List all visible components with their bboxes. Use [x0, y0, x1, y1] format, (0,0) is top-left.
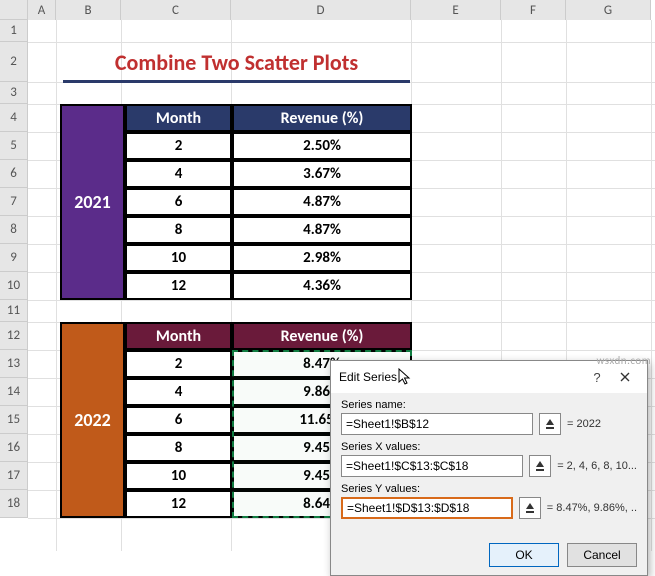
collapse-dialog-button[interactable]: [519, 497, 541, 519]
watermark: wsxdn.com: [597, 354, 651, 367]
table-2021: 2021 Month Revenue (%) 22.50%43.67%64.87…: [60, 104, 412, 300]
cell-revenue[interactable]: 4.87%: [232, 216, 412, 244]
row-header-17[interactable]: 17: [0, 462, 28, 490]
series-y-input[interactable]: [341, 497, 513, 519]
series-y-label: Series Y values:: [341, 483, 637, 495]
col-header-F[interactable]: F: [501, 0, 566, 20]
cell-month[interactable]: 8: [125, 216, 232, 244]
cell-month[interactable]: 8: [125, 434, 232, 462]
ok-button[interactable]: OK: [489, 543, 559, 567]
row-header-18[interactable]: 18: [0, 490, 28, 518]
col-header-E[interactable]: E: [411, 0, 501, 20]
row-header-13[interactable]: 13: [0, 350, 28, 378]
series-x-input[interactable]: [341, 455, 523, 477]
row-header-14[interactable]: 14: [0, 378, 28, 406]
cell-revenue[interactable]: 4.36%: [232, 272, 412, 300]
dialog-title: Edit Series: [339, 370, 583, 384]
dialog-close-button[interactable]: [611, 367, 639, 387]
row-header-7[interactable]: 7: [0, 188, 28, 216]
column-headers: ABCDEFG: [28, 0, 651, 20]
cancel-button[interactable]: Cancel: [567, 543, 637, 567]
cell-month[interactable]: 2: [125, 132, 232, 160]
col-header-revenue[interactable]: Revenue (%): [232, 104, 412, 132]
row-header-2[interactable]: 2: [0, 42, 28, 82]
cell-month[interactable]: 2: [125, 350, 232, 378]
cell-month[interactable]: 4: [125, 160, 232, 188]
edit-series-dialog: Edit Series ? Series name: = 2022 Series…: [330, 360, 648, 576]
col-header-B[interactable]: B: [56, 0, 121, 20]
row-header-8[interactable]: 8: [0, 216, 28, 244]
row-header-1[interactable]: 1: [0, 20, 28, 42]
cell-month[interactable]: 12: [125, 272, 232, 300]
cell-month[interactable]: 12: [125, 490, 232, 518]
cell-revenue[interactable]: 4.87%: [232, 188, 412, 216]
select-all-corner[interactable]: [0, 0, 28, 20]
col-header-C[interactable]: C: [121, 0, 231, 20]
cell-month[interactable]: 6: [125, 188, 232, 216]
cell-month[interactable]: 10: [125, 462, 232, 490]
cell-month[interactable]: 4: [125, 378, 232, 406]
series-x-label: Series X values:: [341, 441, 637, 453]
row-header-3[interactable]: 3: [0, 82, 28, 104]
row-headers: 123456789101112131415161718: [0, 20, 28, 518]
col-header-month[interactable]: Month: [125, 322, 232, 350]
col-header-D[interactable]: D: [231, 0, 411, 20]
cell-month[interactable]: 10: [125, 244, 232, 272]
cell-revenue[interactable]: 2.98%: [232, 244, 412, 272]
series-name-preview: = 2022: [567, 418, 637, 430]
series-x-preview: = 2, 4, 6, 8, 10...: [557, 460, 637, 472]
row-header-9[interactable]: 9: [0, 244, 28, 272]
row-header-5[interactable]: 5: [0, 132, 28, 160]
dialog-help-button[interactable]: ?: [583, 367, 611, 387]
series-name-input[interactable]: [341, 413, 533, 435]
row-header-16[interactable]: 16: [0, 434, 28, 462]
series-name-label: Series name:: [341, 399, 637, 411]
collapse-dialog-button[interactable]: [539, 413, 561, 435]
row-header-4[interactable]: 4: [0, 104, 28, 132]
col-header-month[interactable]: Month: [125, 104, 232, 132]
col-header-revenue[interactable]: Revenue (%): [232, 322, 412, 350]
series-y-preview: = 8.47%, 9.86%, ..: [547, 502, 637, 514]
row-header-11[interactable]: 11: [0, 300, 28, 322]
cell-revenue[interactable]: 2.50%: [232, 132, 412, 160]
collapse-dialog-button[interactable]: [529, 455, 551, 477]
row-header-6[interactable]: 6: [0, 160, 28, 188]
row-header-15[interactable]: 15: [0, 406, 28, 434]
col-header-G[interactable]: G: [566, 0, 651, 20]
row-header-12[interactable]: 12: [0, 322, 28, 350]
row-header-10[interactable]: 10: [0, 272, 28, 300]
col-header-A[interactable]: A: [28, 0, 56, 20]
page-title: Combine Two Scatter Plots: [63, 49, 410, 83]
cell-revenue[interactable]: 3.67%: [232, 160, 412, 188]
cell-month[interactable]: 6: [125, 406, 232, 434]
year-cell-2022[interactable]: 2022: [60, 322, 125, 518]
year-cell-2021[interactable]: 2021: [60, 104, 125, 300]
